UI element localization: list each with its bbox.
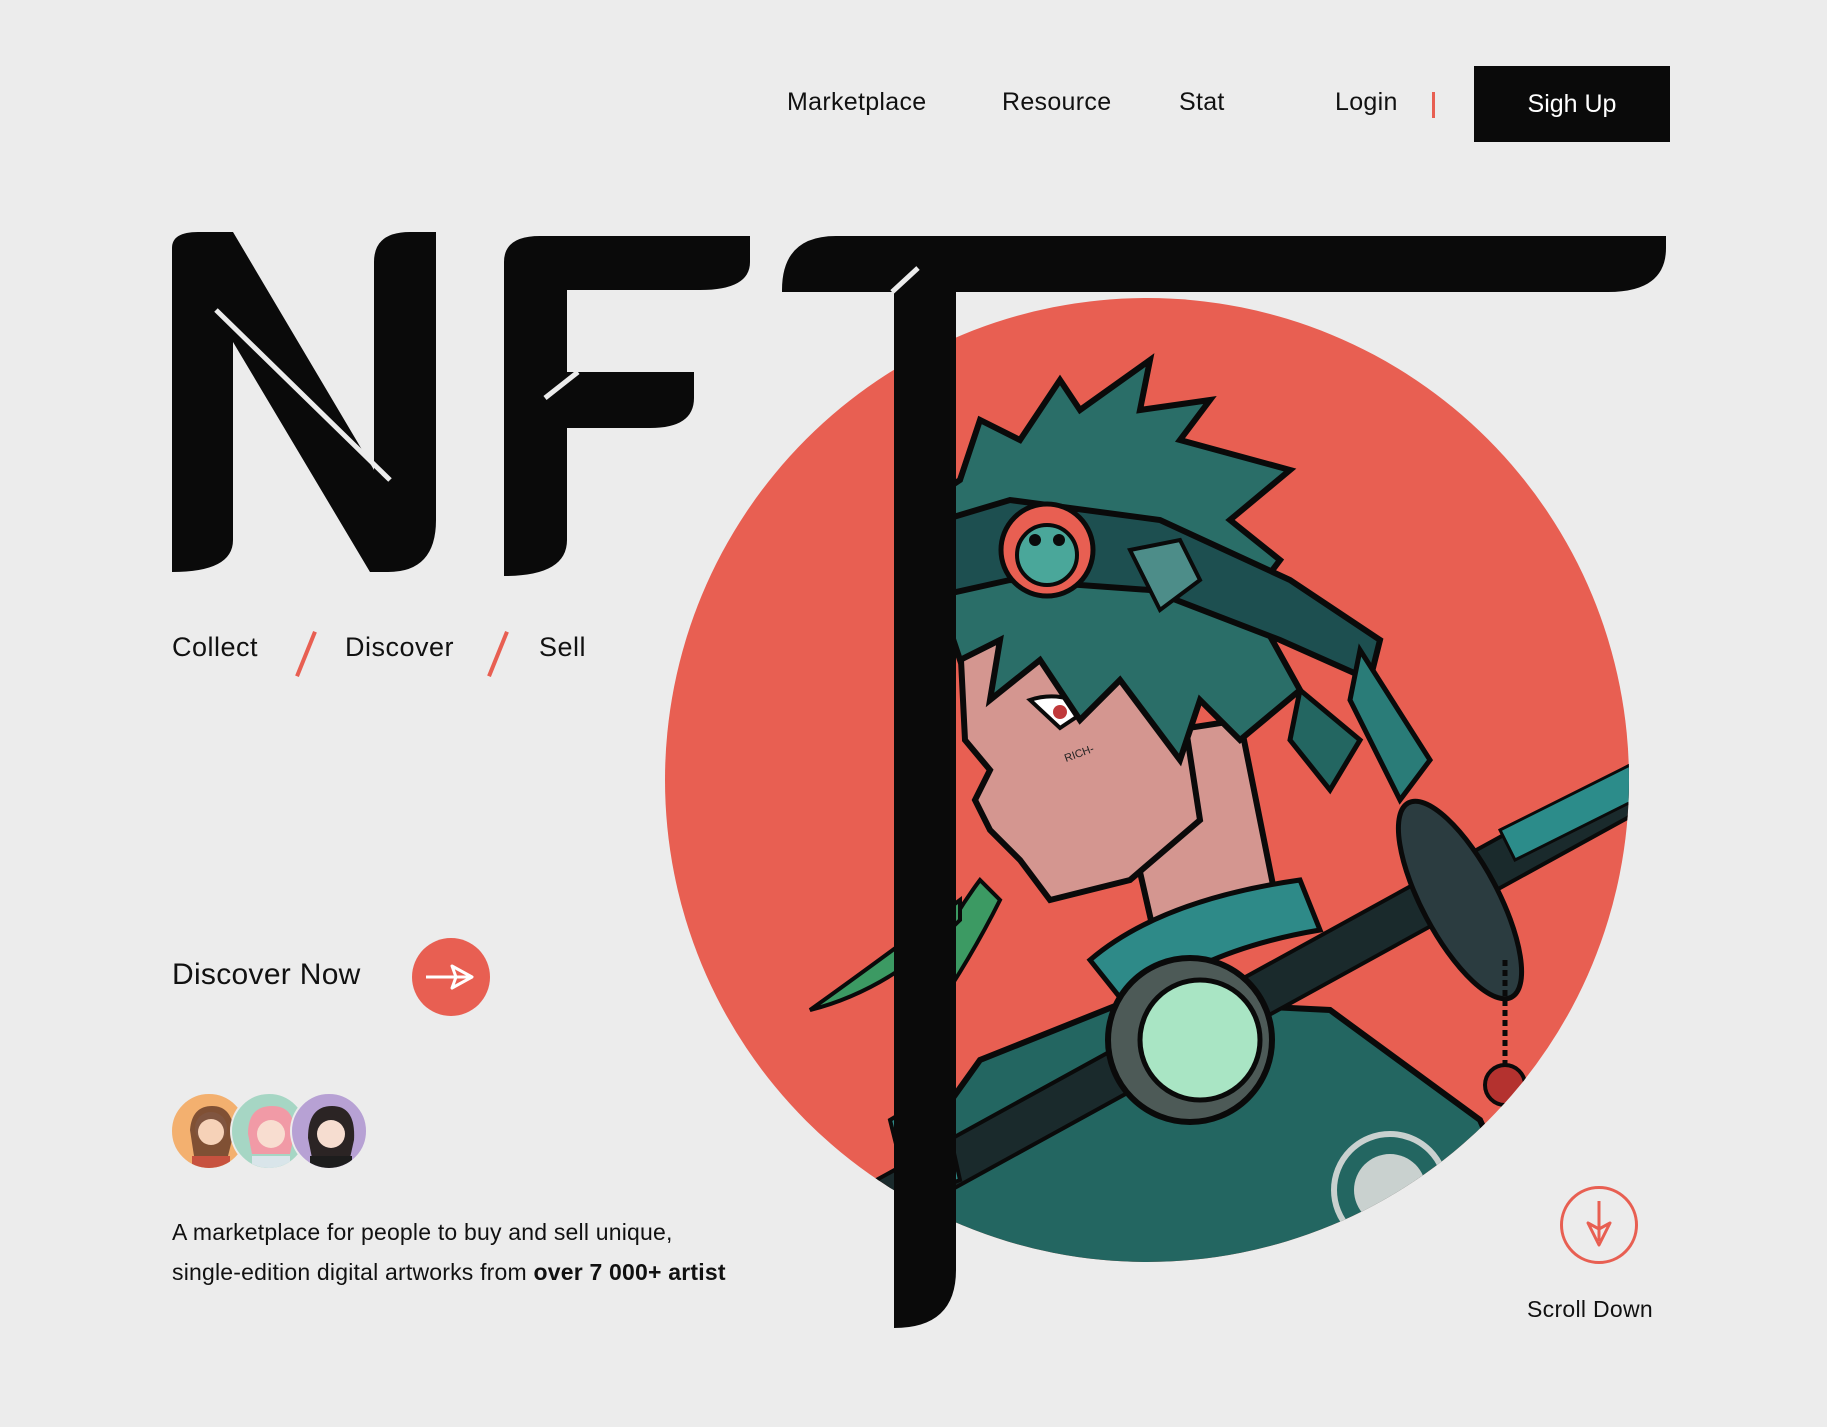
tagline-collect: Collect: [172, 632, 259, 662]
samurai-character: RICH-: [808, 353, 1629, 1262]
description-highlight: over 7 000+ artist: [533, 1259, 726, 1285]
scroll-down-button[interactable]: [1560, 1186, 1638, 1264]
nav-stat[interactable]: Stat: [1179, 88, 1225, 117]
arrow-down-icon: [1586, 1201, 1612, 1247]
avatar: [290, 1092, 368, 1170]
tagline-sell: Sell: [539, 632, 587, 662]
red-sun-circle: [665, 298, 1629, 1262]
tagline-divider: [295, 630, 317, 678]
hero-description: A marketplace for people to buy and sell…: [172, 1212, 732, 1292]
tagline-divider: [487, 630, 509, 678]
face-tag-text: RICH-: [1063, 743, 1096, 765]
landing-page: Marketplace Resource Stat Login Sigh Up: [0, 0, 1827, 1427]
arrow-right-icon: [426, 964, 474, 990]
scroll-down-label: Scroll Down: [1527, 1296, 1654, 1322]
nav-marketplace[interactable]: Marketplace: [787, 88, 926, 117]
discover-now-button[interactable]: [412, 938, 490, 1016]
discover-now-link[interactable]: Discover Now: [172, 958, 361, 992]
tagline-discover: Discover: [345, 632, 455, 662]
signup-button[interactable]: Sigh Up: [1474, 66, 1670, 142]
login-link[interactable]: Login: [1335, 88, 1398, 117]
nav-resource[interactable]: Resource: [1002, 88, 1111, 117]
nav-divider: [1432, 92, 1435, 118]
nft-logo-lettering: [172, 232, 1666, 1328]
